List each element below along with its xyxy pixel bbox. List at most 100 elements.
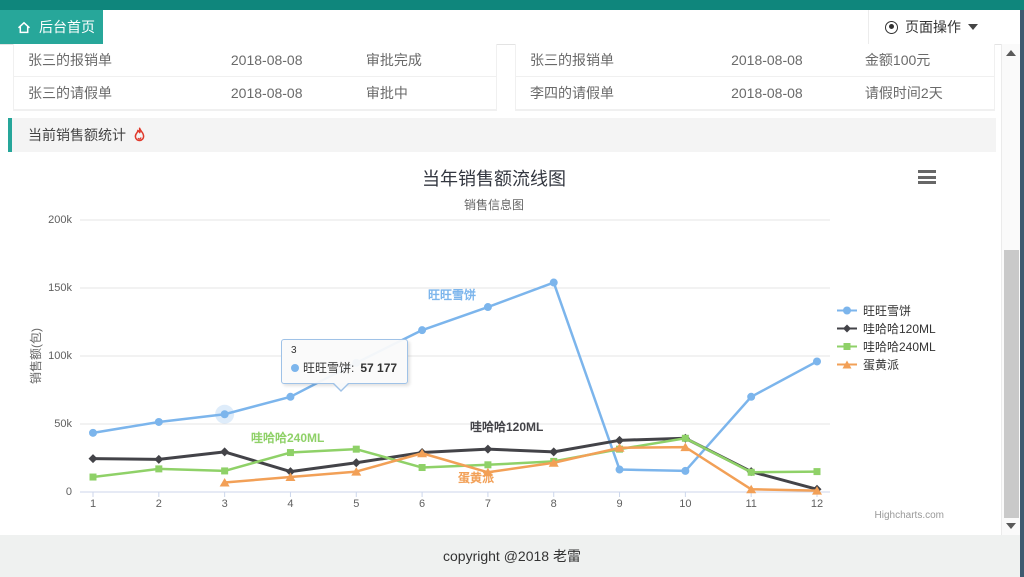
chart-tooltip: 3 旺旺雪饼: 57 177 xyxy=(281,339,408,384)
data-point[interactable] xyxy=(353,446,360,453)
data-point[interactable] xyxy=(155,465,162,472)
data-point[interactable] xyxy=(484,303,492,311)
legend-marker-square-icon xyxy=(836,340,858,353)
x-tick-label: 3 xyxy=(205,498,245,510)
legend-label: 哇哈哈240ML xyxy=(863,338,936,355)
fire-icon xyxy=(132,127,147,144)
legend-label: 哇哈哈120ML xyxy=(863,320,936,337)
legend-marker-circle-icon xyxy=(836,304,858,317)
sales-section-header: 当前销售额统计 xyxy=(8,118,996,152)
sales-chart: 当年销售额流线图 销售信息图 050k100k150k200k 12345678… xyxy=(8,152,996,532)
data-point[interactable] xyxy=(352,458,361,467)
tab-bar: 后台首页 页面操作 xyxy=(0,10,1024,45)
y-tick-label: 150k xyxy=(22,282,72,294)
x-tick-label: 2 xyxy=(139,498,179,510)
data-point[interactable] xyxy=(220,447,229,456)
series-label-1: 哇哈哈120ML xyxy=(470,418,543,435)
x-tick-label: 7 xyxy=(468,498,508,510)
home-icon xyxy=(16,20,32,35)
section-title: 当前销售额统计 xyxy=(28,125,126,145)
vertical-scrollbar[interactable] xyxy=(1001,44,1020,535)
doc-name: 李四的请假单 xyxy=(516,77,731,109)
data-point[interactable] xyxy=(221,467,228,474)
doc-date: 2018-08-08 xyxy=(731,44,865,76)
scrollbar-thumb[interactable] xyxy=(1004,250,1019,518)
doc-name: 张三的报销单 xyxy=(14,44,231,76)
data-point[interactable] xyxy=(89,429,97,437)
legend-label: 蛋黄派 xyxy=(863,356,899,373)
scroll-up-icon[interactable] xyxy=(1006,50,1016,56)
doc-name: 张三的请假单 xyxy=(14,77,231,109)
series-label-2: 哇哈哈240ML xyxy=(251,429,324,446)
data-point[interactable] xyxy=(221,410,229,418)
data-point[interactable] xyxy=(286,393,294,401)
page-footer: copyright @2018 老雷 xyxy=(0,535,1024,577)
data-point[interactable] xyxy=(747,393,755,401)
data-point[interactable] xyxy=(616,466,624,474)
chart-legend: 旺旺雪饼哇哈哈120ML哇哈哈240ML蛋黄派 xyxy=(836,304,936,376)
table-row: 李四的请假单 2018-08-08 请假时间2天 xyxy=(516,77,994,110)
data-point[interactable] xyxy=(287,449,294,456)
doc-date: 2018-08-08 xyxy=(231,77,366,109)
doc-date: 2018-08-08 xyxy=(231,44,366,76)
data-point[interactable] xyxy=(419,464,426,471)
data-point[interactable] xyxy=(484,461,491,468)
y-tick-label: 0 xyxy=(22,486,72,498)
data-point[interactable] xyxy=(814,468,821,475)
legend-marker-triangle-icon xyxy=(836,358,858,371)
x-tick-label: 8 xyxy=(534,498,574,510)
tooltip-series-label: 旺旺雪饼: xyxy=(303,359,354,376)
legend-item-0[interactable]: 旺旺雪饼 xyxy=(836,304,936,317)
page-operations-dropdown[interactable]: 页面操作 xyxy=(868,10,994,44)
data-point[interactable] xyxy=(682,435,689,442)
data-point[interactable] xyxy=(483,445,492,454)
x-tick-label: 10 xyxy=(665,498,705,510)
legend-item-1[interactable]: 哇哈哈120ML xyxy=(836,322,936,335)
tooltip-x-value: 3 xyxy=(291,345,397,356)
series-label-3: 蛋黄派 xyxy=(458,469,494,486)
radio-icon xyxy=(885,21,898,34)
doc-info: 金额100元 xyxy=(865,44,994,76)
table-row: 张三的报销单 2018-08-08 审批完成 xyxy=(14,44,496,77)
data-point[interactable] xyxy=(681,467,689,475)
data-point[interactable] xyxy=(154,455,163,464)
doc-info: 请假时间2天 xyxy=(865,77,994,109)
y-tick-label: 200k xyxy=(22,214,72,226)
data-point[interactable] xyxy=(90,474,97,481)
x-tick-label: 11 xyxy=(731,498,771,510)
chevron-down-icon xyxy=(968,24,978,30)
data-point[interactable] xyxy=(550,279,558,287)
tab-backend-home[interactable]: 后台首页 xyxy=(0,10,103,44)
window-edge xyxy=(1020,10,1024,577)
table-row: 张三的请假单 2018-08-08 审批中 xyxy=(14,77,496,110)
data-point[interactable] xyxy=(155,418,163,426)
doc-status: 审批中 xyxy=(366,77,496,109)
data-point[interactable] xyxy=(813,357,821,365)
y-tick-label: 50k xyxy=(22,418,72,430)
series-line-0[interactable] xyxy=(93,283,817,471)
legend-marker-diamond-icon xyxy=(836,322,858,335)
approval-table: 张三的报销单 2018-08-08 审批完成 张三的请假单 2018-08-08… xyxy=(13,44,497,111)
tooltip-series-dot xyxy=(291,364,299,372)
data-point[interactable] xyxy=(418,326,426,334)
x-tick-label: 12 xyxy=(797,498,837,510)
series-label-0: 旺旺雪饼 xyxy=(428,286,476,303)
copyright-text: copyright @2018 老雷 xyxy=(443,546,581,566)
data-point[interactable] xyxy=(549,447,558,456)
legend-item-2[interactable]: 哇哈哈240ML xyxy=(836,340,936,353)
top-strip xyxy=(0,0,1024,10)
legend-item-3[interactable]: 蛋黄派 xyxy=(836,358,936,371)
doc-status: 审批完成 xyxy=(366,44,496,76)
x-tick-label: 6 xyxy=(402,498,442,510)
table-row: 张三的报销单 2018-08-08 金额100元 xyxy=(516,44,994,77)
highcharts-credits[interactable]: Highcharts.com xyxy=(875,510,944,521)
scroll-down-icon[interactable] xyxy=(1006,523,1016,529)
x-tick-label: 4 xyxy=(270,498,310,510)
data-point[interactable] xyxy=(748,469,755,476)
x-tick-label: 1 xyxy=(73,498,113,510)
doc-date: 2018-08-08 xyxy=(731,77,865,109)
y-axis-title: 销售额(包) xyxy=(27,296,41,416)
data-point[interactable] xyxy=(89,454,98,463)
tooltip-value: 57 177 xyxy=(360,361,397,375)
tab-label: 后台首页 xyxy=(39,17,95,37)
